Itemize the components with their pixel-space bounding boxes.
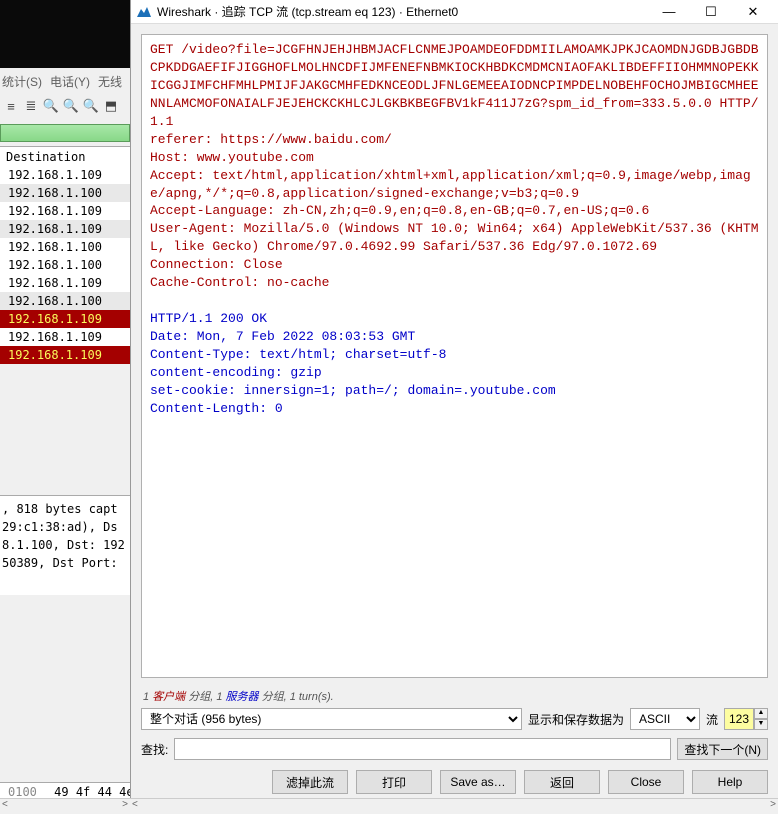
close-window-button[interactable]: ✕ — [732, 0, 774, 24]
response-line: Date: Mon, 7 Feb 2022 08:03:53 GMT — [150, 328, 759, 346]
request-line: User-Agent: Mozilla/5.0 (Windows NT 10.0… — [150, 220, 759, 256]
filter-out-button[interactable]: 滤掉此流 — [272, 770, 348, 794]
find-input[interactable] — [174, 738, 671, 760]
response-line: set-cookie: innersign=1; path=/; domain=… — [150, 382, 759, 400]
zoom-in-icon[interactable]: 🔍 — [42, 97, 60, 115]
response-line: content-encoding: gzip — [150, 364, 759, 382]
packet-row[interactable]: 192.168.1.100 — [0, 256, 130, 274]
detail-line: 8.1.100, Dst: 192 — [2, 536, 128, 554]
conversation-combo[interactable]: 整个对话 (956 bytes) — [141, 708, 522, 730]
align-icon[interactable]: ≣ — [22, 97, 40, 115]
packet-row[interactable]: 192.168.1.109 — [0, 220, 130, 238]
print-button[interactable]: 打印 — [356, 770, 432, 794]
packet-row[interactable]: 192.168.1.100 — [0, 184, 130, 202]
packet-details[interactable]: , 818 bytes capt 29:c1:38:ad), Ds8.1.100… — [0, 495, 130, 595]
controls-row-1: 整个对话 (956 bytes) 显示和保存数据为 ASCII 流 ▲ ▼ — [131, 704, 778, 734]
controls-row-2: 查找: 查找下一个(N) — [131, 734, 778, 764]
window-title: Wireshark · 追踪 TCP 流 (tcp.stream eq 123)… — [157, 3, 648, 20]
packet-row[interactable]: 192.168.1.109 — [0, 310, 130, 328]
close-button[interactable]: Close — [608, 770, 684, 794]
packet-row[interactable]: 192.168.1.109 — [0, 166, 130, 184]
minimize-button[interactable]: — — [648, 0, 690, 24]
packet-row[interactable]: 192.168.1.109 — [0, 202, 130, 220]
request-line: Cache-Control: no-cache — [150, 274, 759, 292]
packet-row[interactable]: 192.168.1.109 — [0, 328, 130, 346]
filter-bar[interactable] — [0, 124, 130, 142]
detail-line: , 818 bytes capt — [2, 500, 128, 518]
packet-row[interactable]: 192.168.1.109 — [0, 346, 130, 364]
follow-tcp-stream-dialog: Wireshark · 追踪 TCP 流 (tcp.stream eq 123)… — [130, 0, 778, 798]
titlebar: Wireshark · 追踪 TCP 流 (tcp.stream eq 123)… — [131, 0, 778, 24]
back-button[interactable]: 返回 — [524, 770, 600, 794]
response-line: HTTP/1.1 200 OK — [150, 310, 759, 328]
display-save-label: 显示和保存数据为 — [528, 711, 624, 728]
request-line: Accept-Language: zh-CN,zh;q=0.9,en;q=0.8… — [150, 202, 759, 220]
menu-wireless[interactable]: 无线 — [98, 73, 122, 90]
find-label: 查找: — [141, 741, 168, 758]
request-line: referer: https://www.baidu.com/ — [150, 131, 759, 149]
packet-list[interactable]: 192.168.1.109192.168.1.100192.168.1.1091… — [0, 166, 130, 364]
spin-up-icon[interactable]: ▲ — [754, 708, 768, 719]
detail-line: 50389, Dst Port: — [2, 554, 128, 572]
stream-content[interactable]: GET /video?file=JCGFHNJEHJHBMJACFLCNMEJP… — [141, 34, 768, 678]
menu-stats[interactable]: 统计(S) — [2, 73, 42, 90]
menu-phone[interactable]: 电话(Y) — [50, 73, 90, 90]
stats-line: 1 客户端 分组, 1 服务器 分组, 1 turn(s). — [143, 688, 766, 704]
scrollbar-left[interactable]: <> — [0, 798, 130, 814]
list-icon[interactable]: ≡ — [2, 97, 20, 115]
request-line: Accept: text/html,application/xhtml+xml,… — [150, 167, 759, 203]
response-line: Content-Type: text/html; charset=utf-8 — [150, 346, 759, 364]
zoom-out-icon[interactable]: 🔍 — [62, 97, 80, 115]
hex-address: 0100 — [8, 785, 37, 799]
toolbar-partial: ≡ ≣ 🔍 🔍 🔍 ⬒ — [0, 95, 130, 117]
scrollbar-right[interactable]: <> — [130, 798, 778, 814]
button-row: 滤掉此流 打印 Save as… 返回 Close Help — [131, 764, 778, 800]
maximize-button[interactable]: ☐ — [690, 0, 732, 24]
stream-number-spinner[interactable]: ▲ ▼ — [724, 708, 768, 730]
stream-label: 流 — [706, 711, 718, 728]
zoom-reset-icon[interactable]: 🔍 — [82, 97, 100, 115]
request-line: Host: www.youtube.com — [150, 149, 759, 167]
menu-bar-partial: 统计(S) 电话(Y) 无线 — [0, 68, 130, 95]
stream-number-input[interactable] — [724, 708, 754, 730]
response-line: Content-Length: 0 — [150, 400, 759, 418]
detail-line: 29:c1:38:ad), Ds — [2, 518, 128, 536]
packet-row[interactable]: 192.168.1.109 — [0, 274, 130, 292]
request-line: Connection: Close — [150, 256, 759, 274]
encoding-combo[interactable]: ASCII — [630, 708, 700, 730]
packet-bytes-dark-area — [0, 0, 130, 68]
save-as-button[interactable]: Save as… — [440, 770, 516, 794]
help-button[interactable]: Help — [692, 770, 768, 794]
spin-down-icon[interactable]: ▼ — [754, 719, 768, 730]
find-next-button[interactable]: 查找下一个(N) — [677, 738, 768, 760]
request-line: GET /video?file=JCGFHNJEHJHBMJACFLCNMEJP… — [150, 41, 759, 131]
wireshark-icon — [135, 3, 153, 21]
resize-icon[interactable]: ⬒ — [102, 97, 120, 115]
packet-row[interactable]: 192.168.1.100 — [0, 238, 130, 256]
packet-row[interactable]: 192.168.1.100 — [0, 292, 130, 310]
column-header-destination[interactable]: Destination — [0, 146, 130, 168]
